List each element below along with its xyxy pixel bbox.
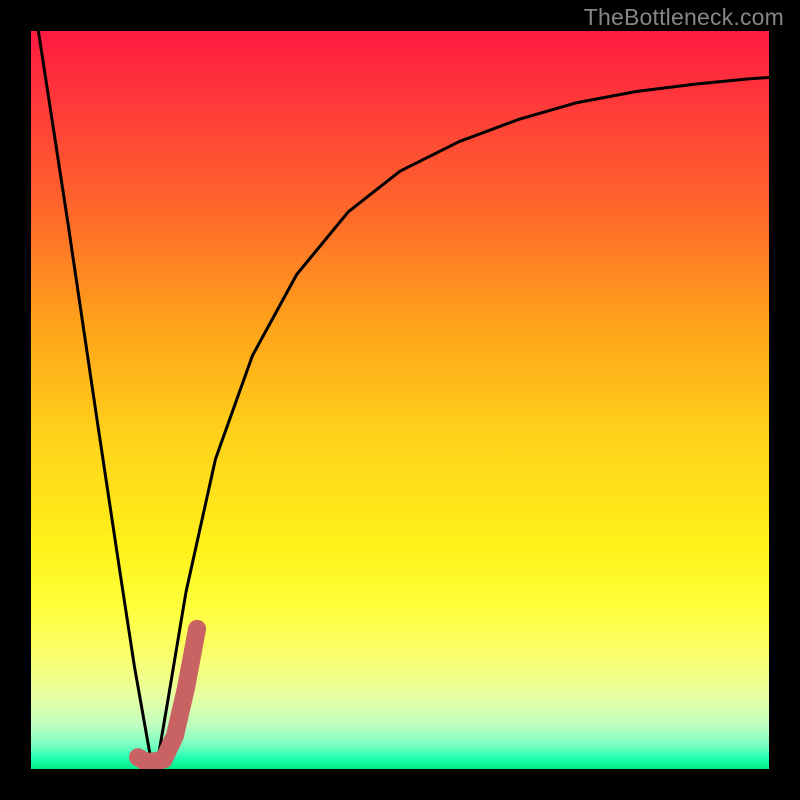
plot-area (31, 31, 769, 769)
chart-frame: TheBottleneck.com (0, 0, 800, 800)
watermark-text: TheBottleneck.com (584, 4, 784, 31)
background-gradient (31, 31, 769, 769)
